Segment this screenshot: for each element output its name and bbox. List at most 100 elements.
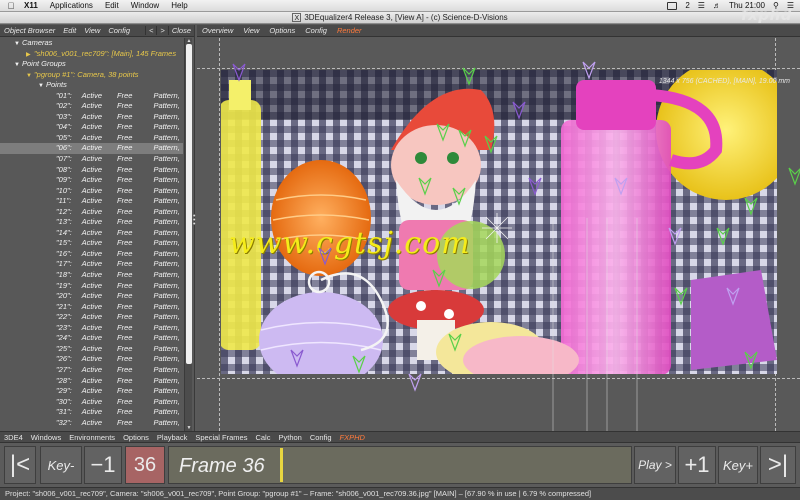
point-row[interactable]: "28": Active Free Pattern, [0, 376, 183, 387]
point-row[interactable]: "07": Active Free Pattern, [0, 154, 183, 165]
first-frame-button[interactable]: |< [4, 446, 36, 484]
object-browser-scrollbar[interactable]: ▲ ▼ [184, 38, 192, 431]
point-row[interactable]: "02": Active Free Pattern, [0, 101, 183, 112]
point-row[interactable]: "21": Active Free Pattern, [0, 302, 183, 313]
tree-node-point-groups[interactable]: ▼ Point Groups [0, 59, 183, 70]
point-row[interactable]: "19": Active Free Pattern, [0, 281, 183, 292]
point-type: Free [117, 206, 133, 216]
point-row[interactable]: "12": Active Free Pattern, [0, 207, 183, 218]
apple-menu-icon[interactable]:  [4, 1, 18, 11]
menu-playback[interactable]: Playback [153, 433, 191, 442]
point-row[interactable]: "26": Active Free Pattern, [0, 354, 183, 365]
point-status: Active [81, 196, 103, 206]
point-type: Free [117, 259, 133, 269]
object-browser-title[interactable]: Object Browser [0, 26, 59, 35]
point-name: "13": [56, 217, 72, 227]
point-row[interactable]: "23": Active Free Pattern, [0, 323, 183, 334]
point-row[interactable]: "05": Active Free Pattern, [0, 133, 183, 144]
point-row[interactable]: "09": Active Free Pattern, [0, 175, 183, 186]
footage-frame[interactable] [221, 70, 777, 374]
play-forward-button[interactable]: Play > [634, 446, 676, 484]
point-row[interactable]: "30": Active Free Pattern, [0, 397, 183, 408]
volume-icon[interactable]: ♬ [713, 1, 721, 10]
point-row[interactable]: "24": Active Free Pattern, [0, 333, 183, 344]
point-row[interactable]: "27": Active Free Pattern, [0, 365, 183, 376]
menu-special-frames[interactable]: Special Frames [191, 433, 251, 442]
prev-keyframe-button[interactable]: Key- [40, 446, 82, 484]
points-list: "01": Active Free Pattern, "02": Active Free Pa… [0, 91, 183, 429]
prev-frame-button[interactable]: −1 [84, 446, 122, 484]
point-row[interactable]: "31": Active Free Pattern, [0, 407, 183, 418]
viewport-canvas[interactable]: 1344 x 756 (CACHED), [MAIN], 19.00 mm ww… [197, 38, 800, 431]
ob-menu-edit[interactable]: Edit [59, 26, 80, 35]
tree-node-points[interactable]: ▼ Points [0, 80, 183, 91]
point-row[interactable]: "14": Active Free Pattern, [0, 228, 183, 239]
point-type: Free [117, 132, 133, 142]
point-mode: Pattern, [153, 407, 180, 417]
vp-menu-config[interactable]: Config [300, 26, 332, 35]
menu-calc[interactable]: Calc [251, 433, 274, 442]
point-row[interactable]: "32": Active Free Pattern, [0, 418, 183, 429]
point-row[interactable]: "06": Active Free Pattern, [0, 143, 183, 155]
fxphd-logo: fxphd [741, 6, 792, 24]
vp-menu-overview[interactable]: Overview [197, 26, 238, 35]
scrollbar-thumb[interactable] [186, 44, 192, 364]
vp-menu-view[interactable]: View [238, 26, 264, 35]
watermark-text: www.cgtsj.com [229, 226, 471, 261]
point-type: Free [117, 364, 133, 374]
menu-config[interactable]: Config [306, 433, 336, 442]
menu-help[interactable]: Help [165, 1, 193, 10]
point-row[interactable]: "18": Active Free Pattern, [0, 270, 183, 281]
point-status: Active [81, 312, 103, 322]
ob-close-button[interactable]: Close [167, 26, 194, 35]
viewport-panel: Overview View Options Config Render 1344… [197, 25, 800, 431]
next-frame-button[interactable]: +1 [678, 446, 716, 484]
point-row[interactable]: "10": Active Free Pattern, [0, 186, 183, 197]
point-status: Active [81, 238, 103, 248]
point-type: Free [117, 333, 133, 343]
point-row[interactable]: "04": Active Free Pattern, [0, 122, 183, 133]
menu-window[interactable]: Window [125, 1, 165, 10]
menu-edit[interactable]: Edit [99, 1, 125, 10]
wifi-icon[interactable]: ☰ [698, 1, 705, 10]
menu-3de4[interactable]: 3DE4 [0, 433, 27, 442]
point-row[interactable]: "29": Active Free Pattern, [0, 386, 183, 397]
point-row[interactable]: "22": Active Free Pattern, [0, 312, 183, 323]
menu-applications[interactable]: Applications [44, 1, 99, 10]
ob-prev-button[interactable]: < [145, 26, 156, 35]
menu-app-x11[interactable]: X11 [18, 1, 44, 10]
menu-options[interactable]: Options [119, 433, 153, 442]
frame-cursor-handle[interactable] [280, 448, 283, 482]
last-frame-button[interactable]: >| [760, 446, 796, 484]
tree-node-pgroup[interactable]: ▼ "pgroup #1": Camera, 38 points [0, 70, 183, 81]
point-mode: Pattern, [153, 333, 180, 343]
point-row[interactable]: "17": Active Free Pattern, [0, 259, 183, 270]
point-row[interactable]: "25": Active Free Pattern, [0, 344, 183, 355]
tree-node-camera[interactable]: ▶ "sh006_v001_rec709": [Main], 145 Frames [0, 49, 183, 60]
current-frame-field[interactable]: 36 [125, 446, 165, 484]
menu-windows[interactable]: Windows [27, 433, 65, 442]
point-row[interactable]: "13": Active Free Pattern, [0, 217, 183, 228]
point-row[interactable]: "01": Active Free Pattern, [0, 91, 183, 102]
ob-next-button[interactable]: > [156, 26, 167, 35]
vp-menu-render[interactable]: Render [332, 26, 367, 35]
point-row[interactable]: "11": Active Free Pattern, [0, 196, 183, 207]
point-row[interactable]: "03": Active Free Pattern, [0, 112, 183, 123]
object-browser-panel: Object Browser Edit View Config < > Clos… [0, 25, 195, 431]
ob-menu-view[interactable]: View [80, 26, 104, 35]
menu-fxphd[interactable]: FXPHD [336, 433, 369, 442]
point-row[interactable]: "15": Active Free Pattern, [0, 238, 183, 249]
frame-scrubber[interactable]: Frame 36 [168, 446, 632, 484]
point-name: "05": [56, 132, 72, 142]
point-row[interactable]: "20": Active Free Pattern, [0, 291, 183, 302]
ob-menu-config[interactable]: Config [104, 26, 134, 35]
point-row[interactable]: "16": Active Free Pattern, [0, 249, 183, 260]
next-keyframe-button[interactable]: Key+ [718, 446, 758, 484]
vp-menu-options[interactable]: Options [264, 26, 300, 35]
menu-python[interactable]: Python [274, 433, 305, 442]
battery-icon[interactable] [667, 1, 678, 10]
window-titlebar[interactable]: X 3DEqualizer4 Release 3, [View A] - (c) … [0, 12, 800, 24]
tree-node-cameras[interactable]: ▼ Cameras [0, 38, 183, 49]
menu-environments[interactable]: Environments [65, 433, 119, 442]
point-row[interactable]: "08": Active Free Pattern, [0, 165, 183, 176]
